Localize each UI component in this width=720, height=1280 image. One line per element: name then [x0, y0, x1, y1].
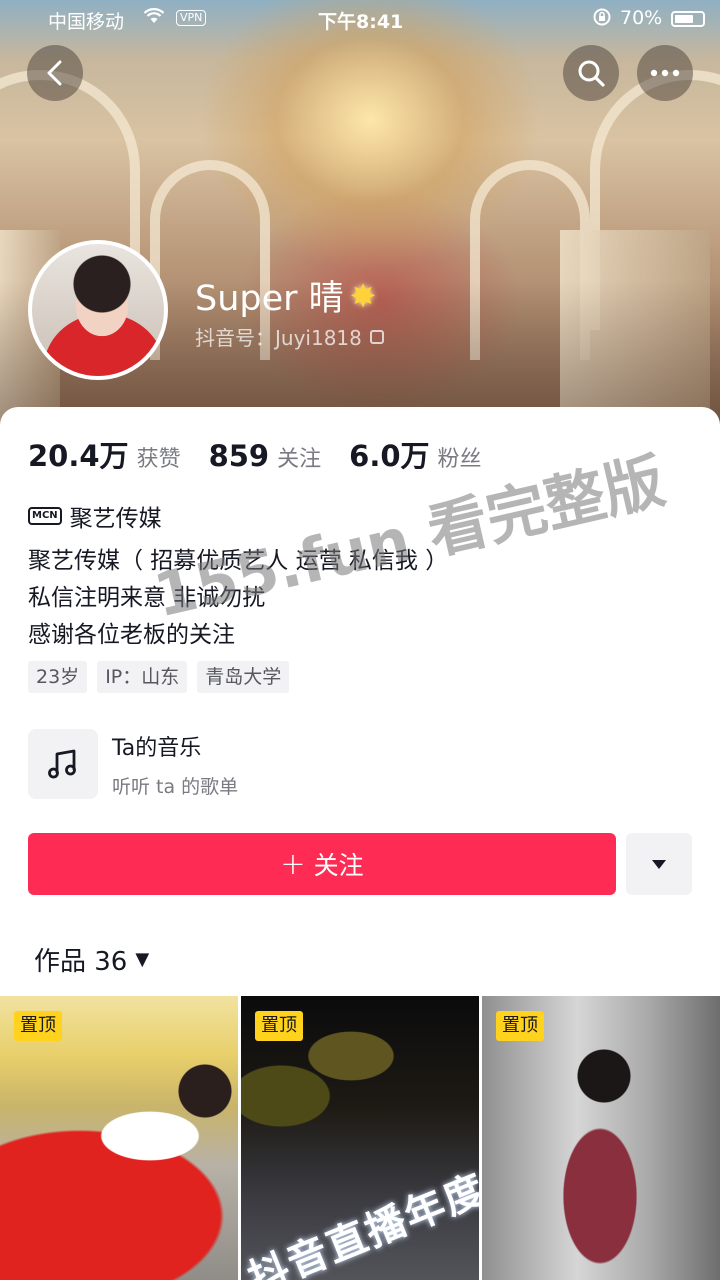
chevron-left-icon — [47, 60, 62, 86]
more-dots-icon — [650, 69, 680, 77]
thumbnail-sign-text: 抖音直播年度盛典 — [242, 1134, 479, 1280]
stat-label: 粉丝 — [437, 447, 482, 472]
music-title: Ta的音乐 — [112, 735, 202, 761]
search-button[interactable] — [563, 45, 619, 101]
stat-label: 关注 — [277, 447, 322, 472]
video-thumbnail[interactable]: 抖音直播年度盛典 置顶 — [241, 996, 479, 1280]
plus-icon: + — [280, 846, 306, 882]
works-grid: 置顶 抖音直播年度盛典 置顶 置顶 — [0, 996, 720, 1280]
battery-percent: 70% — [620, 7, 663, 29]
pinned-badge: 置顶 — [255, 1011, 303, 1041]
stat-value: 6.0万 — [349, 439, 430, 473]
mcn-badge-icon: MCN — [28, 507, 62, 525]
pinned-badge: 置顶 — [496, 1011, 544, 1041]
stat-value: 859 — [208, 439, 270, 473]
tag-age: 23岁 — [28, 661, 88, 693]
music-note-icon — [28, 729, 98, 799]
video-thumbnail[interactable]: 置顶 — [0, 996, 238, 1280]
profile-nickname: Super 晴 ✸ — [195, 270, 376, 321]
tab-works[interactable]: 作品 36 ▼ — [34, 941, 149, 978]
rotation-lock-icon — [592, 7, 612, 32]
music-subtitle: 听听 ta 的歌单 — [112, 775, 239, 798]
douyin-id-text: 抖音号：Juyi1818 — [195, 326, 362, 350]
stat-followers[interactable]: 6.0万 粉丝 — [349, 433, 481, 475]
more-options-button[interactable] — [637, 45, 693, 101]
stat-likes[interactable]: 20.4万 获赞 — [28, 433, 181, 475]
caret-down-icon — [652, 860, 666, 869]
vpn-badge: VPN — [176, 10, 207, 26]
pinned-badge: 置顶 — [14, 1011, 62, 1041]
works-tab-label: 作品 36 — [34, 947, 128, 977]
profile-tags: 23岁 IP：山东 青岛大学 — [28, 661, 299, 693]
caret-down-icon: ▼ — [135, 949, 150, 970]
stats-row: 20.4万 获赞 859 关注 6.0万 粉丝 — [28, 433, 510, 475]
follow-label: 关注 — [313, 851, 364, 880]
mcn-row[interactable]: MCN 聚艺传媒 — [28, 499, 162, 533]
mcn-name: 聚艺传媒 — [69, 506, 162, 532]
copy-icon[interactable] — [369, 329, 384, 344]
douyin-id-row[interactable]: 抖音号：Juyi1818 — [195, 322, 384, 351]
star-badge-icon: ✸ — [349, 276, 377, 315]
stat-value: 20.4万 — [28, 439, 129, 473]
follow-dropdown-button[interactable] — [626, 833, 692, 895]
clock: 下午8:41 — [318, 11, 404, 33]
stat-following[interactable]: 859 关注 — [209, 439, 322, 473]
avatar[interactable] — [28, 240, 168, 380]
battery-icon — [671, 11, 705, 27]
tag-school[interactable]: 青岛大学 — [197, 661, 290, 693]
follow-button[interactable]: + 关注 — [28, 833, 616, 895]
tag-ip-location: IP：山东 — [97, 661, 188, 693]
stat-label: 获赞 — [136, 447, 181, 472]
bio-line: 感谢各位老板的关注 — [28, 622, 235, 648]
video-thumbnail[interactable]: 置顶 — [482, 996, 720, 1280]
nickname-text: Super 晴 — [195, 279, 344, 319]
carrier-name: 中国移动 — [48, 11, 125, 33]
search-icon — [578, 60, 605, 87]
wifi-icon — [143, 7, 165, 29]
status-bar: 中国移动 VPN 下午8:41 70% — [0, 0, 720, 36]
music-entry[interactable]: Ta的音乐 听听 ta 的歌单 — [28, 729, 238, 799]
back-button[interactable] — [27, 45, 83, 101]
